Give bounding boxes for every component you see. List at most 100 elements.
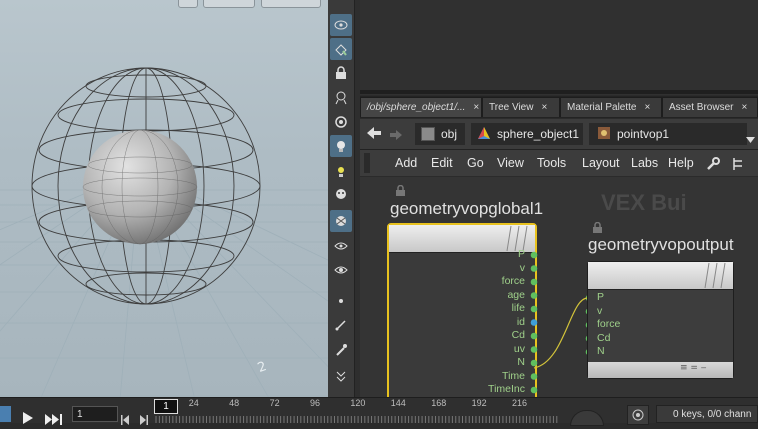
output-input-port-label: P: [597, 291, 605, 303]
view-eye-icon[interactable]: [330, 235, 352, 257]
geometry-object-icon: [477, 126, 491, 143]
frame-tick-label: 24: [188, 398, 199, 408]
step-forward-icon[interactable]: [138, 410, 148, 429]
keys-status: 0 keys, 0/0 chann: [656, 405, 758, 423]
global-output-port-label: age: [507, 288, 525, 301]
global-output-port[interactable]: [530, 359, 538, 367]
tab-network-view[interactable]: /obj/sphere_object1/... ×: [360, 97, 482, 117]
scene-viewport[interactable]: 2: [0, 0, 328, 397]
menu-edit[interactable]: Edit: [431, 156, 453, 170]
global-output-port[interactable]: [530, 373, 538, 380]
global-output-port-label: P: [517, 248, 525, 260]
shading-icon[interactable]: [330, 210, 352, 232]
footer-menu-icon[interactable]: ≡ = ‒: [680, 363, 707, 373]
close-icon[interactable]: ×: [644, 102, 650, 113]
close-icon[interactable]: ×: [473, 102, 479, 113]
dropper-icon[interactable]: [330, 339, 352, 361]
close-icon[interactable]: ×: [741, 102, 747, 113]
output-input-port-label: N: [597, 345, 605, 357]
output-input-port-label: force: [597, 318, 621, 330]
pane-splitter[interactable]: [360, 90, 758, 94]
network-editor-canvas[interactable]: VEX Bui geometryvopglobal1 Pv force age lif…: [360, 177, 758, 397]
wire-n-to-p: [533, 297, 589, 369]
output-node-footer[interactable]: ≡ = ‒: [588, 362, 733, 378]
tab-material-palette[interactable]: Material Palette ×: [560, 97, 662, 117]
global-output-port-label: force: [501, 275, 525, 287]
global-output-port-label: uv: [513, 342, 525, 355]
tree-layout-icon[interactable]: [732, 156, 744, 175]
shaded-sphere: [83, 130, 197, 244]
snap-icon[interactable]: [330, 87, 352, 109]
frame-tick-label: 168: [431, 398, 447, 408]
back-arrow-icon[interactable]: [366, 125, 382, 144]
scrub-knob[interactable]: [570, 410, 604, 426]
point-icon[interactable]: [330, 290, 352, 312]
network-icon: [421, 127, 435, 141]
path-crumb-sphere-object[interactable]: sphere_object1: [471, 123, 583, 145]
output-node-name[interactable]: geometryvopoutput: [588, 235, 734, 255]
forward-arrow-icon[interactable]: [389, 126, 403, 145]
stop-button[interactable]: [0, 406, 11, 422]
step-back-icon[interactable]: [121, 410, 131, 429]
chevron-down-icon[interactable]: [746, 129, 755, 148]
global-output-port[interactable]: [530, 305, 538, 313]
frame-tick-label: 96: [309, 398, 320, 408]
path-crumb-obj[interactable]: obj: [415, 123, 465, 145]
menu-help[interactable]: Help: [668, 156, 694, 170]
camera-icon[interactable]: [330, 111, 352, 133]
playbar: 1 1 24 48 72 96 120 144 168 192 216 0 keys, 0/0 …: [0, 397, 758, 426]
global-output-port[interactable]: [530, 319, 538, 326]
keyframe-options-icon[interactable]: [627, 405, 649, 425]
global-output-port[interactable]: [530, 265, 538, 272]
menu-go[interactable]: Go: [467, 156, 484, 170]
menu-layout[interactable]: Layout: [582, 156, 620, 170]
global-output-port[interactable]: [530, 346, 538, 353]
output-input-port-label: v: [597, 304, 603, 317]
global-output-port[interactable]: [530, 251, 538, 259]
frame-tick-label: 216: [512, 398, 528, 408]
global-output-port[interactable]: [530, 278, 538, 286]
menu-view[interactable]: View: [497, 156, 524, 170]
global-output-port[interactable]: [530, 386, 538, 394]
display-eye-icon[interactable]: [330, 259, 352, 281]
frame-marker[interactable]: 1: [154, 399, 178, 414]
frame-tick-label: 72: [269, 398, 280, 408]
menu-add[interactable]: Add: [395, 156, 417, 170]
edge-icon[interactable]: [330, 314, 352, 336]
frame-tick-label: 48: [229, 398, 240, 408]
global-output-port[interactable]: [530, 332, 538, 340]
more-tools-icon[interactable]: [330, 364, 352, 386]
tab-tree-view[interactable]: Tree View ×: [482, 97, 560, 117]
jump-end-icon[interactable]: [45, 410, 65, 429]
light-icon[interactable]: [330, 135, 352, 157]
visibility-icon[interactable]: [330, 14, 352, 36]
select-mode-icon[interactable]: [330, 38, 352, 60]
node-header-stripes: [704, 262, 726, 289]
frame-ruler[interactable]: 1 24 48 72 96 120 144 168 192 216: [150, 398, 562, 423]
output-node-header[interactable]: [588, 262, 733, 290]
menu-tools[interactable]: Tools: [537, 156, 566, 170]
global-output-port[interactable]: [530, 292, 538, 299]
close-icon[interactable]: ×: [541, 102, 547, 113]
pane-tab-bar: /obj/sphere_object1/... × Tree View × Mate…: [360, 96, 758, 118]
global-output-port-label: TimeInc: [488, 383, 525, 395]
upper-pane: [360, 0, 758, 95]
path-crumb-pointvop[interactable]: pointvop1: [589, 123, 747, 145]
current-frame-field[interactable]: 1: [72, 406, 118, 422]
global-output-port-label: life: [511, 302, 525, 314]
lock-icon[interactable]: [330, 62, 352, 84]
wrench-icon[interactable]: [706, 156, 720, 175]
menu-labs[interactable]: Labs: [631, 156, 658, 170]
play-icon[interactable]: [22, 409, 33, 428]
ghost-icon[interactable]: [330, 184, 352, 206]
frame-tick-label: 144: [390, 398, 406, 408]
network-menu-bar: Add Edit Go View Tools Layout Labs Help: [360, 150, 758, 176]
tab-asset-browser[interactable]: Asset Browser ×: [662, 97, 758, 117]
global-output-port-label: N: [517, 356, 525, 368]
output-input-port-label: Cd: [597, 331, 611, 344]
global-output-port-label: Time: [502, 369, 525, 382]
viewport-toolbar: [328, 0, 355, 397]
viewport-scene: [0, 67, 328, 397]
menu-grip[interactable]: [364, 153, 370, 173]
bulb-icon[interactable]: [330, 160, 352, 182]
